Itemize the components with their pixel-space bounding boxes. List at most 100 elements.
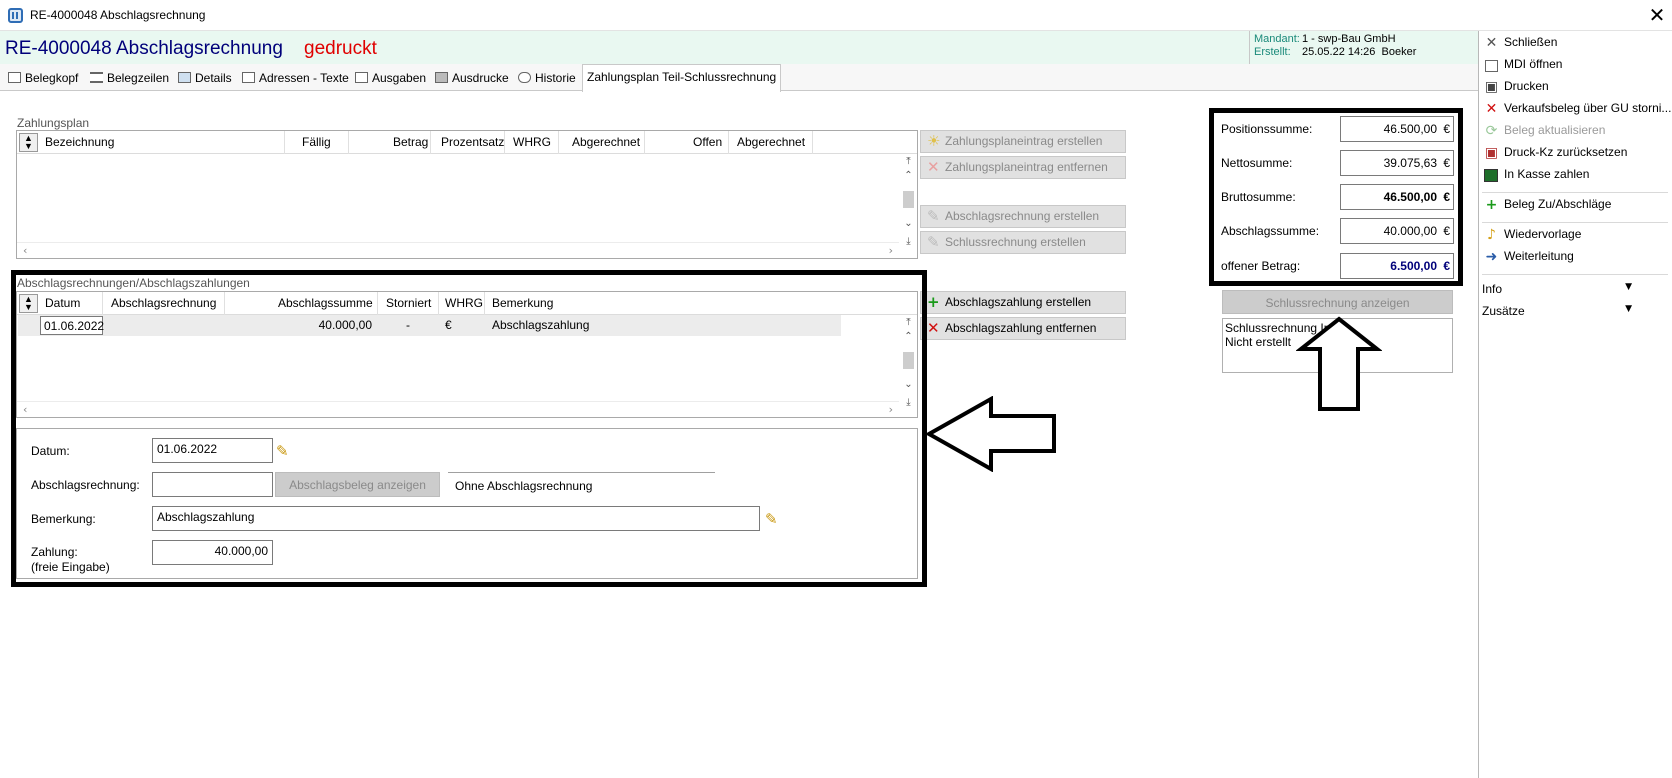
command-label: Wiedervorlage xyxy=(1504,227,1582,241)
command-panel xyxy=(1478,31,1672,778)
document-status: gedruckt xyxy=(304,38,377,59)
tab-label: Historie xyxy=(535,71,576,85)
schliessen-command[interactable]: ✕ Schließen xyxy=(1482,35,1558,55)
command-label: MDI öffnen xyxy=(1504,57,1563,71)
edit-doc-icon: ✎ xyxy=(927,233,940,251)
window-icon xyxy=(1485,60,1498,72)
zahlungsplaneintrag-erstellen-button[interactable]: ☀ Zahlungsplaneintrag erstellen xyxy=(920,130,1126,153)
scroll-left-icon[interactable]: ‹ xyxy=(23,244,27,257)
sort-handle-icon[interactable]: ▲ ▼ xyxy=(19,133,38,152)
col-prozentsatz[interactable]: Prozentsatz xyxy=(441,135,504,149)
weiterleitung-command[interactable]: ➜ Weiterleitung xyxy=(1482,249,1574,269)
col-betrag[interactable]: Betrag xyxy=(393,135,428,149)
zahlungsplan-label: Zahlungsplan xyxy=(17,116,90,130)
output-icon xyxy=(355,72,368,83)
title-bar xyxy=(0,0,1672,31)
mandant-label: Mandant: xyxy=(1254,33,1300,45)
sun-icon: ☀ xyxy=(927,132,941,150)
button-label: Schlussrechnung erstellen xyxy=(945,235,1086,249)
plus-icon: + xyxy=(927,293,940,311)
druck-kz-zuruecksetzen-command[interactable]: ▣ Druck-Kz zurücksetzen xyxy=(1482,145,1628,165)
expander-label: Info xyxy=(1482,282,1503,296)
tab-ausdrucke[interactable]: Ausdrucke xyxy=(431,67,513,91)
scroll-down-icon[interactable]: ⌄ xyxy=(900,217,917,231)
tab-belegzeilen[interactable]: Belegzeilen xyxy=(86,67,173,91)
up-arrow-icon xyxy=(1296,316,1382,411)
zahlungsplan-grid-header: ▲ ▼ Bezeichnung Fällig Betrag Prozentsatz… xyxy=(17,131,917,154)
plus-doc-icon: + xyxy=(1485,197,1498,213)
erstellt-label: Erstellt: xyxy=(1254,46,1291,58)
tab-zahlungsplan[interactable]: Zahlungsplan Teil-Schlussrechnung xyxy=(582,64,782,92)
zahlungsplan-hscroll[interactable]: ‹ › xyxy=(17,242,899,258)
schlussrechnung-anzeigen-button[interactable]: Schlussrechnung anzeigen xyxy=(1222,290,1453,314)
command-label: Beleg Zu/Abschläge xyxy=(1504,197,1612,211)
command-separator xyxy=(1482,274,1668,275)
tab-label: Adressen - Texte xyxy=(259,71,349,85)
chevron-down-icon: ▼ xyxy=(1625,304,1632,314)
mandant-value: 1 - swp-Bau GmbH xyxy=(1302,33,1396,45)
scroll-bottom-icon[interactable]: ⤓ xyxy=(900,235,917,249)
command-label: Drucken xyxy=(1504,79,1549,93)
scroll-thumb[interactable] xyxy=(903,191,914,208)
abschlagsrechnung-erstellen-button[interactable]: ✎ Abschlagsrechnung erstellen xyxy=(920,205,1126,228)
edit-doc-icon xyxy=(8,72,21,83)
abschlagszahlung-entfernen-button[interactable]: ✕ Abschlagszahlung entfernen xyxy=(920,317,1126,340)
printer-icon: ▣ xyxy=(1484,79,1499,95)
drucken-command[interactable]: ▣ Drucken xyxy=(1482,79,1549,99)
button-label: Abschlagsrechnung erstellen xyxy=(945,209,1100,223)
col-bezeichnung[interactable]: Bezeichnung xyxy=(45,135,114,149)
button-label: Abschlagszahlung erstellen xyxy=(945,295,1092,309)
col-abgerechnet[interactable]: Abgerechnet xyxy=(572,135,640,149)
button-label: Abschlagszahlung entfernen xyxy=(945,321,1097,335)
col-abgerechnet-2[interactable]: Abgerechnet xyxy=(737,135,805,149)
document-number: RE-4000048 xyxy=(5,38,112,59)
command-label: Druck-Kz zurücksetzen xyxy=(1504,145,1628,159)
zahlungsplan-grid[interactable]: ▲ ▼ Bezeichnung Fällig Betrag Prozentsatz… xyxy=(16,130,918,259)
tab-label: Ausgaben xyxy=(372,71,427,85)
in-kasse-zahlen-command[interactable]: In Kasse zahlen xyxy=(1482,167,1589,187)
zahlungsplan-vscroll[interactable]: ⤒ ⌃ ⌄ ⤓ xyxy=(900,155,917,258)
command-label: Schließen xyxy=(1504,35,1558,49)
verkaufsbeleg-stornieren-command[interactable]: ✕ Verkaufsbeleg über GU storni... xyxy=(1482,101,1672,121)
delete-x-icon: ✕ xyxy=(927,158,940,176)
command-label: Weiterleitung xyxy=(1504,249,1574,263)
left-arrow-icon xyxy=(925,396,1056,472)
tab-ausgaben[interactable]: Ausgaben xyxy=(351,67,430,91)
wiedervorlage-command[interactable]: ♪ Wiedervorlage xyxy=(1482,227,1581,247)
bell-icon: ♪ xyxy=(1487,227,1496,243)
forward-people-icon: ➜ xyxy=(1485,249,1498,265)
command-separator xyxy=(1482,192,1668,193)
erstellt-value: 25.05.22 14:26 Boeker xyxy=(1302,46,1417,58)
col-offen[interactable]: Offen xyxy=(693,135,722,149)
col-whrg[interactable]: WHRG xyxy=(513,135,551,149)
schlussrechnung-erstellen-button[interactable]: ✎ Schlussrechnung erstellen xyxy=(920,231,1126,254)
beleg-zu-abschlaege-command[interactable]: + Beleg Zu/Abschläge xyxy=(1482,197,1612,217)
tab-adressen-texte[interactable]: Adressen - Texte xyxy=(238,67,353,91)
beleg-aktualisieren-command[interactable]: ⟳ Beleg aktualisieren xyxy=(1482,123,1606,143)
page-icon xyxy=(242,72,255,83)
document-type: Abschlagsrechnung xyxy=(116,38,283,59)
scroll-right-icon[interactable]: › xyxy=(889,244,893,257)
command-label: Beleg aktualisieren xyxy=(1504,123,1606,137)
printer-reset-icon: ▣ xyxy=(1484,145,1499,161)
edit-doc-icon: ✎ xyxy=(927,207,940,225)
abschlagszahlung-erstellen-button[interactable]: + Abschlagszahlung erstellen xyxy=(920,291,1126,314)
button-label: Zahlungsplaneintrag entfernen xyxy=(945,160,1108,174)
command-label: Verkaufsbeleg über GU storni... xyxy=(1504,101,1672,115)
highlight-frame-totals xyxy=(1209,108,1463,286)
tab-belegkopf[interactable]: Belegkopf xyxy=(4,67,82,91)
tab-historie[interactable]: Historie xyxy=(514,67,580,91)
scroll-up-icon[interactable]: ⌃ xyxy=(900,169,917,183)
printer-icon xyxy=(435,72,448,83)
info-expander[interactable]: Info ▼ xyxy=(1482,282,1632,296)
delete-x-icon: ✕ xyxy=(927,319,940,337)
command-separator xyxy=(1482,222,1668,223)
zahlungsplaneintrag-entfernen-button[interactable]: ✕ Zahlungsplaneintrag entfernen xyxy=(920,156,1126,179)
scroll-top-icon[interactable]: ⤒ xyxy=(900,155,917,169)
zusaetze-expander[interactable]: Zusätze ▼ xyxy=(1482,304,1632,318)
mdi-oeffnen-command[interactable]: MDI öffnen xyxy=(1482,57,1562,77)
close-window-icon[interactable]: ✕ xyxy=(1644,2,1670,28)
col-faellig[interactable]: Fällig xyxy=(302,135,331,149)
tab-details[interactable]: Details xyxy=(174,67,236,91)
tab-bar: Belegkopf Belegzeilen Details Adressen -… xyxy=(0,64,1478,92)
